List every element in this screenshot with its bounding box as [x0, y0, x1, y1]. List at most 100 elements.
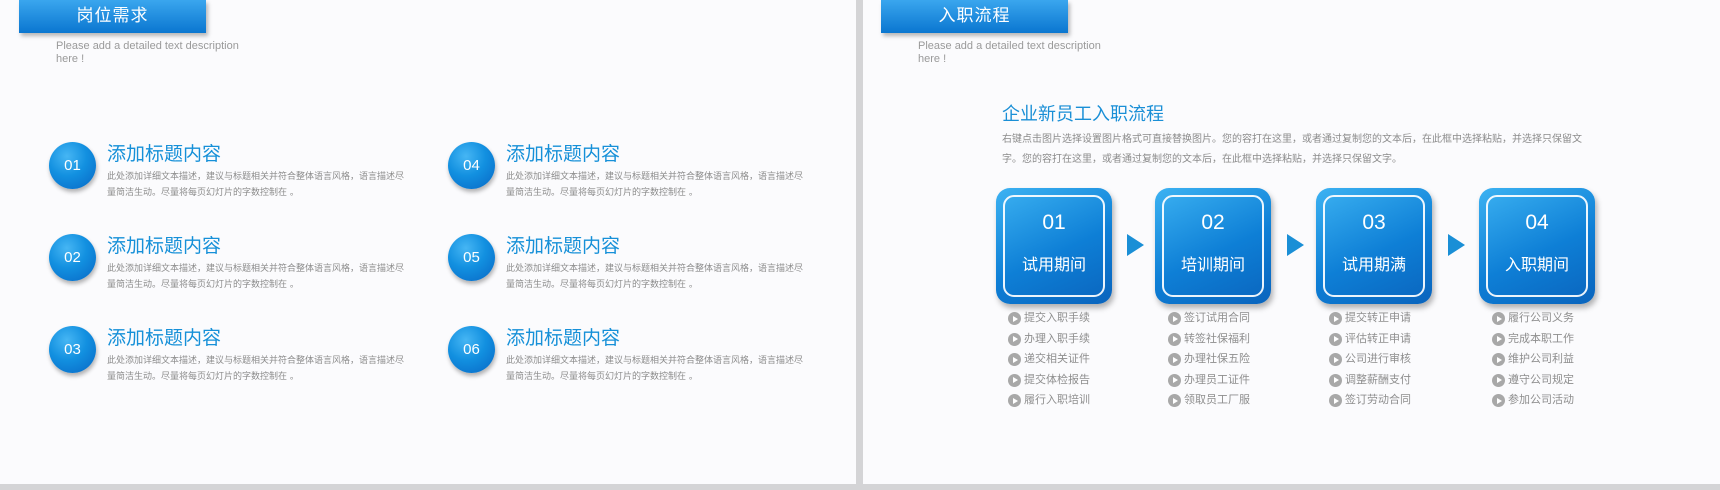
- play-circle-icon: [1008, 394, 1021, 407]
- number-badge: 05: [448, 234, 495, 281]
- number-badge: 06: [448, 326, 495, 373]
- play-circle-icon: [1329, 332, 1342, 346]
- play-circle-icon: [1329, 373, 1342, 387]
- item-title: 添加标题内容: [506, 327, 621, 349]
- step-card-4: 04 入职期间: [1479, 188, 1595, 304]
- step-inner-border: 02 培训期间: [1162, 195, 1264, 297]
- task-item: 维护公司利益: [1492, 349, 1622, 370]
- item-title: 添加标题内容: [107, 235, 222, 257]
- step-card-1: 01 试用期间: [996, 188, 1112, 304]
- task-label: 完成本职工作: [1508, 331, 1574, 345]
- play-circle-icon: [1168, 373, 1181, 387]
- list-item: 03 添加标题内容 此处添加详细文本描述，建议与标题相关并符合整体语言风格，语言…: [49, 326, 404, 396]
- item-description: 此处添加详细文本描述，建议与标题相关并符合整体语言风格，语言描述尽量简洁生动。尽…: [107, 264, 405, 290]
- task-label: 评估转正申请: [1345, 331, 1411, 345]
- item-title: 添加标题内容: [506, 235, 621, 257]
- task-item: 办理入职手续: [1008, 329, 1138, 350]
- task-list-1: 提交入职手续 办理入职手续 递交相关证件 提交体检报告 履行入职培训: [1008, 308, 1138, 411]
- process-description: 右键点击图片选择设置图片格式可直接替换图片。您的容打在这里，或者通过复制您的文本…: [1002, 134, 1582, 165]
- item-description: 此处添加详细文本描述，建议与标题相关并符合整体语言风格，语言描述尽量简洁生动。尽…: [506, 356, 804, 382]
- play-circle-icon: [1492, 312, 1505, 325]
- task-item: 递交相关证件: [1008, 349, 1138, 370]
- play-circle-icon: [1329, 394, 1342, 407]
- task-label: 签订劳动合同: [1345, 393, 1411, 406]
- task-item: 参加公司活动: [1492, 390, 1622, 411]
- task-label: 维护公司利益: [1508, 352, 1574, 365]
- step-number: 04: [1525, 211, 1549, 234]
- item-title: 添加标题内容: [107, 143, 222, 165]
- task-label: 递交相关证件: [1024, 352, 1090, 365]
- step-name: 试用期满: [1341, 255, 1406, 274]
- task-label: 公司进行审核: [1345, 352, 1411, 365]
- list-item: 06 添加标题内容 此处添加详细文本描述，建议与标题相关并符合整体语言风格，语言…: [448, 326, 803, 396]
- item-description: 此处添加详细文本描述，建议与标题相关并符合整体语言风格，语言描述尽量简洁生动。尽…: [107, 172, 405, 198]
- task-item: 提交体检报告: [1008, 370, 1138, 391]
- task-label: 遵守公司规定: [1508, 372, 1574, 386]
- slide-subtitle: Please add a detailed text description h…: [56, 40, 239, 65]
- list-item: 01 添加标题内容 此处添加详细文本描述，建议与标题相关并符合整体语言风格，语言…: [49, 142, 404, 212]
- task-item: 领取员工厂服: [1168, 390, 1298, 411]
- step-number: 01: [1042, 211, 1066, 234]
- task-item: 提交入职手续: [1008, 308, 1138, 329]
- task-item: 公司进行审核: [1329, 349, 1459, 370]
- task-label: 转签社保福利: [1184, 331, 1250, 345]
- item-title: 添加标题内容: [107, 327, 222, 349]
- item-title: 添加标题内容: [506, 143, 621, 165]
- task-item: 办理员工证件: [1168, 370, 1298, 391]
- task-label: 提交入职手续: [1024, 311, 1090, 324]
- slide-job-requirements: 岗位需求 Please add a detailed text descript…: [0, 0, 856, 484]
- task-list-3: 提交转正申请 评估转正申请 公司进行审核 调整薪酬支付 签订劳动合同: [1329, 308, 1459, 411]
- item-description: 此处添加详细文本描述，建议与标题相关并符合整体语言风格，语言描述尽量简洁生动。尽…: [506, 172, 804, 198]
- process-heading: 企业新员工入职流程: [1002, 104, 1164, 125]
- slide-onboarding-process: 入职流程 Please add a detailed text descript…: [863, 0, 1720, 484]
- task-item: 转签社保福利: [1168, 329, 1298, 350]
- play-circle-icon: [1008, 312, 1021, 325]
- task-item: 遵守公司规定: [1492, 370, 1622, 391]
- play-circle-icon: [1168, 332, 1181, 346]
- play-circle-icon: [1329, 353, 1342, 366]
- item-description: 此处添加详细文本描述，建议与标题相关并符合整体语言风格，语言描述尽量简洁生动。尽…: [107, 356, 405, 382]
- task-label: 履行公司义务: [1508, 311, 1574, 324]
- task-list-4: 履行公司义务 完成本职工作 维护公司利益 遵守公司规定 参加公司活动: [1492, 308, 1622, 411]
- task-label: 提交体检报告: [1024, 372, 1090, 386]
- slide-title: 入职流程: [881, 0, 1068, 33]
- step-number: 03: [1362, 211, 1386, 234]
- task-label: 办理入职手续: [1024, 331, 1090, 345]
- triangle-right-icon: [1127, 234, 1144, 256]
- task-label: 提交转正申请: [1345, 311, 1411, 324]
- triangle-right-icon: [1287, 234, 1304, 256]
- triangle-right-icon: [1448, 234, 1465, 256]
- play-circle-icon: [1492, 353, 1505, 366]
- task-item: 完成本职工作: [1492, 329, 1622, 350]
- step-inner-border: 03 试用期满: [1323, 195, 1425, 297]
- step-name: 入职期间: [1504, 255, 1569, 274]
- list-item: 05 添加标题内容 此处添加详细文本描述，建议与标题相关并符合整体语言风格，语言…: [448, 234, 803, 304]
- task-label: 履行入职培训: [1024, 393, 1090, 406]
- slide-subtitle: Please add a detailed text description h…: [918, 40, 1101, 65]
- task-label: 调整薪酬支付: [1345, 372, 1411, 386]
- play-circle-icon: [1168, 394, 1181, 407]
- play-circle-icon: [1008, 373, 1021, 387]
- task-item: 调整薪酬支付: [1329, 370, 1459, 391]
- play-circle-icon: [1329, 312, 1342, 325]
- step-name: 培训期间: [1180, 255, 1245, 274]
- step-number: 02: [1201, 211, 1225, 234]
- play-circle-icon: [1008, 332, 1021, 346]
- number-badge: 02: [49, 234, 96, 281]
- play-circle-icon: [1492, 332, 1505, 346]
- task-label: 领取员工厂服: [1184, 393, 1250, 406]
- play-circle-icon: [1168, 312, 1181, 325]
- list-item: 04 添加标题内容 此处添加详细文本描述，建议与标题相关并符合整体语言风格，语言…: [448, 142, 803, 212]
- task-label: 参加公司活动: [1508, 393, 1574, 406]
- task-item: 办理社保五险: [1168, 349, 1298, 370]
- play-circle-icon: [1492, 373, 1505, 387]
- step-card-2: 02 培训期间: [1155, 188, 1271, 304]
- task-item: 签订试用合同: [1168, 308, 1298, 329]
- play-circle-icon: [1008, 353, 1021, 366]
- number-badge: 04: [448, 142, 495, 189]
- number-badge: 01: [49, 142, 96, 189]
- task-list-2: 签订试用合同 转签社保福利 办理社保五险 办理员工证件 领取员工厂服: [1168, 308, 1298, 411]
- task-item: 签订劳动合同: [1329, 390, 1459, 411]
- play-circle-icon: [1492, 394, 1505, 407]
- task-item: 提交转正申请: [1329, 308, 1459, 329]
